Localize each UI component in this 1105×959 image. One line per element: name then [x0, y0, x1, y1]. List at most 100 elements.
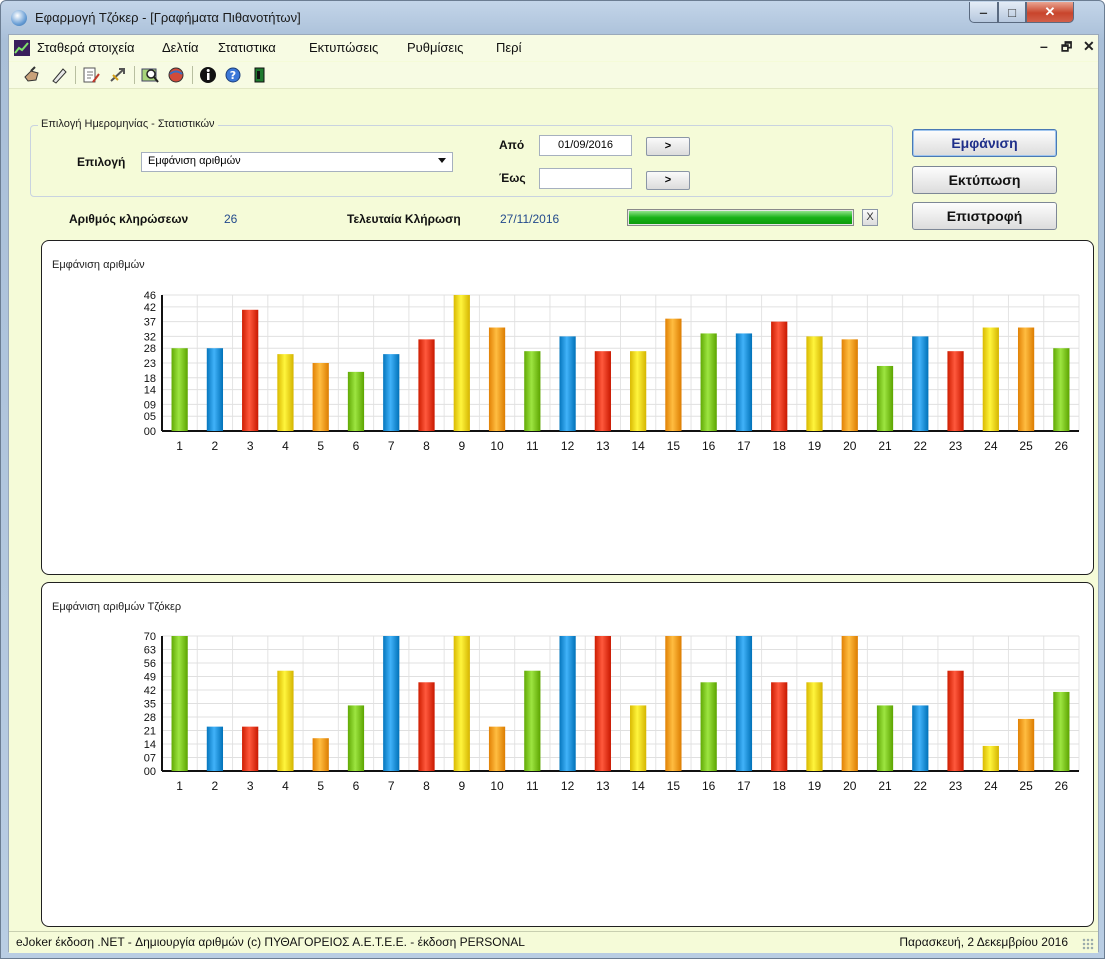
menu-tickets[interactable]: Δελτία [162, 40, 199, 55]
y-tick-label: 23 [144, 358, 156, 370]
chart-bar [1017, 718, 1035, 771]
from-date-button[interactable]: > [646, 137, 690, 156]
minimize-button[interactable]: ‒ [969, 2, 998, 23]
y-tick-label: 21 [144, 726, 156, 738]
chart-bar [1053, 348, 1070, 431]
x-tick-label: 5 [317, 439, 324, 453]
app-icon [11, 10, 27, 26]
x-tick-label: 17 [737, 439, 751, 453]
x-tick-label: 3 [247, 439, 254, 453]
chart-bar [1017, 327, 1035, 431]
maximize-button[interactable]: □ [998, 2, 1026, 23]
y-tick-label: 49 [144, 672, 156, 684]
to-date-button[interactable]: > [646, 171, 690, 190]
draws-count-label: Αριθμός κληρώσεων [69, 212, 189, 226]
document-edit-icon[interactable] [81, 65, 101, 85]
y-tick-label: 18 [144, 373, 156, 385]
chart-bar [630, 351, 647, 431]
chart-bar [700, 333, 717, 431]
chart-bar [771, 682, 788, 771]
chart-bar [806, 336, 823, 431]
chart-icon[interactable] [14, 40, 30, 56]
x-tick-label: 20 [843, 779, 857, 793]
menu-fixed-data[interactable]: Σταθερά στοιχεία [37, 40, 135, 55]
chart-bar [841, 636, 858, 771]
chart-bar [630, 705, 647, 771]
exit-icon[interactable] [249, 65, 269, 85]
help-icon[interactable]: ? [223, 65, 243, 85]
title-bar[interactable]: Εφαρμογή Τζόκερ - [Γραφήματα Πιθανοτήτων… [1, 1, 1104, 35]
selection-combo[interactable]: Εμφάνιση αριθμών [141, 152, 453, 172]
chart-bar [735, 636, 753, 771]
chart-bar [771, 321, 788, 431]
toolbar-separator [192, 66, 193, 84]
toolbar-separator [75, 66, 76, 84]
x-tick-label: 18 [773, 779, 787, 793]
y-tick-label: 63 [144, 645, 156, 657]
y-tick-label: 14 [144, 739, 156, 751]
chart-bar [1053, 691, 1070, 771]
x-tick-label: 4 [282, 439, 289, 453]
arrows-icon[interactable] [108, 65, 128, 85]
x-tick-label: 13 [596, 439, 610, 453]
menu-prints[interactable]: Εκτυπώσεις [309, 40, 378, 55]
chart-bar [982, 327, 999, 431]
x-tick-label: 7 [388, 779, 395, 793]
x-tick-label: 10 [490, 779, 504, 793]
x-tick-label: 17 [737, 779, 751, 793]
mdi-close-button[interactable]: ✕ [1083, 38, 1095, 55]
show-button[interactable]: Εμφάνιση [912, 129, 1057, 157]
x-tick-label: 3 [247, 779, 254, 793]
map-search-icon[interactable] [140, 65, 160, 85]
menu-about[interactable]: Περί [496, 40, 521, 55]
pen-icon[interactable] [49, 65, 69, 85]
globe-icon[interactable] [166, 65, 186, 85]
toolbar-separator [134, 66, 135, 84]
y-tick-label: 07 [144, 753, 156, 765]
x-tick-label: 13 [596, 779, 610, 793]
x-tick-label: 21 [878, 439, 892, 453]
app-window: Εφαρμογή Τζόκερ - [Γραφήματα Πιθανοτήτων… [0, 0, 1105, 959]
back-button[interactable]: Επιστροφή [912, 202, 1057, 230]
to-label: Έως [499, 171, 526, 185]
chevron-down-icon [438, 158, 446, 163]
x-tick-label: 26 [1055, 439, 1069, 453]
print-button[interactable]: Εκτύπωση [912, 166, 1057, 194]
x-tick-label: 2 [212, 439, 219, 453]
x-tick-label: 18 [773, 439, 787, 453]
x-tick-label: 12 [561, 779, 575, 793]
joker-chart: 00071421283542495663701 2 3 4 5 6 7 8 9 10 11 12 13 1… [144, 631, 1080, 793]
x-tick-label: 16 [702, 779, 716, 793]
chart-bar [700, 682, 717, 771]
resize-grip[interactable] [1082, 938, 1094, 950]
to-date-field[interactable] [539, 168, 632, 189]
chart-bar [383, 636, 400, 771]
close-button[interactable]: ✕ [1026, 2, 1074, 23]
chart-bar [277, 670, 294, 771]
numbers-chart: 00050914182328323742461 2 3 4 5 6 7 8 9 10 11 12 13 1… [144, 290, 1080, 453]
x-tick-label: 9 [458, 439, 465, 453]
info-icon[interactable] [198, 65, 218, 85]
x-tick-label: 7 [388, 439, 395, 453]
y-tick-label: 00 [144, 426, 156, 438]
hand-pointer-icon[interactable] [22, 65, 42, 85]
window-title: Εφαρμογή Τζόκερ - [Γραφήματα Πιθανοτήτων… [35, 10, 301, 25]
cancel-progress-button[interactable]: X [862, 209, 878, 226]
chart-bar [806, 682, 823, 771]
x-tick-label: 26 [1055, 779, 1069, 793]
y-tick-label: 42 [144, 302, 156, 314]
menu-settings[interactable]: Ρυθμίσεις [407, 40, 463, 55]
mdi-minimize-button[interactable]: – [1040, 38, 1048, 54]
x-tick-label: 1 [176, 779, 183, 793]
chart-bar [841, 339, 858, 431]
from-date-field[interactable]: 01/09/2016 [539, 135, 632, 156]
x-tick-label: 14 [631, 439, 645, 453]
chart-bar [559, 636, 576, 771]
mdi-restore-button[interactable]: 🗗 [1061, 38, 1072, 59]
x-tick-label: 10 [490, 439, 504, 453]
x-tick-label: 9 [458, 779, 465, 793]
toolbar: ? [9, 62, 1098, 89]
y-tick-label: 70 [144, 631, 156, 643]
menu-statistics[interactable]: Στατιστικα [218, 40, 276, 55]
client-area: Σταθερά στοιχεία Δελτία Στατιστικα Εκτυπ… [8, 34, 1099, 953]
